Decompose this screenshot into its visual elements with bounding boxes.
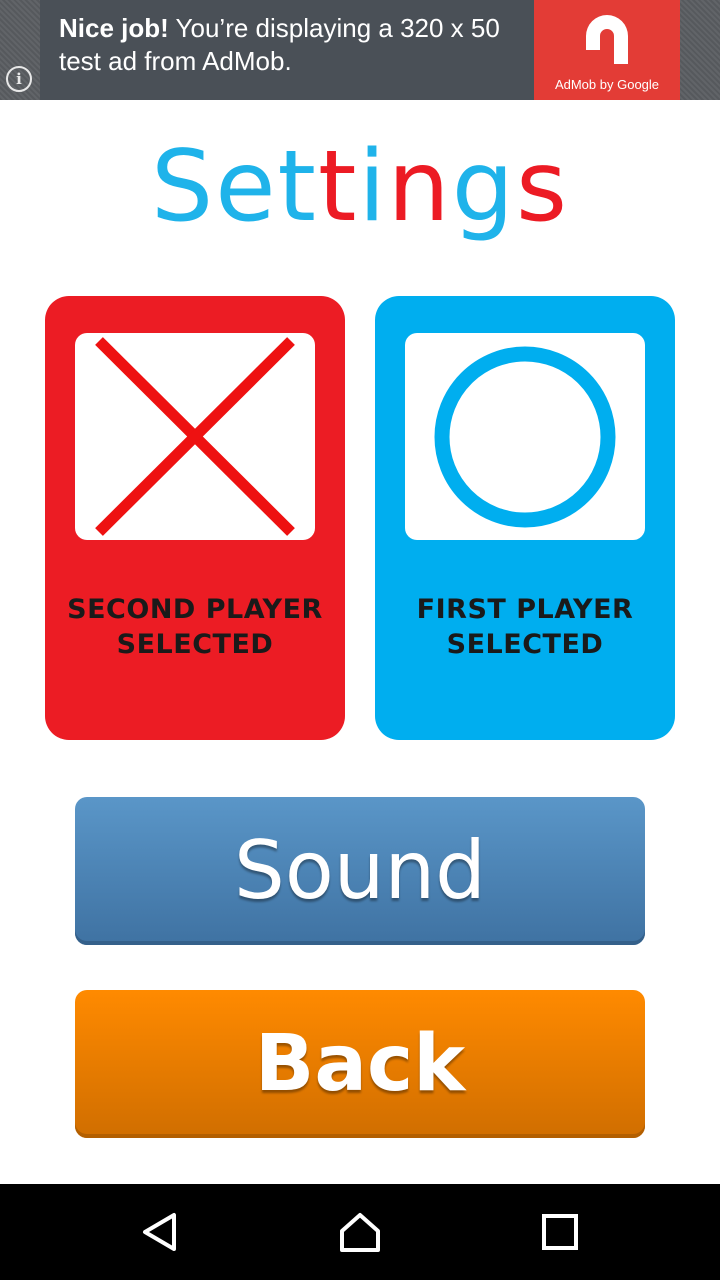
admob-caption: AdMob by Google [554,77,660,92]
title-letter: S [150,130,216,244]
nav-recent-button[interactable] [500,1184,620,1280]
title-letter: e [215,130,278,244]
x-mark-icon [95,337,295,536]
nav-home-button[interactable] [300,1184,420,1280]
title-letter: i [358,130,388,244]
admob-logo-icon [586,15,628,64]
nav-back-button[interactable] [100,1184,220,1280]
first-player-label: FIRST PLAYER SELECTED [416,594,634,660]
page-title: Settings [0,130,720,244]
first-player-card[interactable]: FIRST PLAYER SELECTED [375,296,675,740]
ad-banner[interactable]: Nice job! You’re displaying a 320 x 50 t… [40,0,680,100]
ad-headline-bold: Nice job! [59,13,169,43]
circle-o-icon [434,346,616,528]
info-icon[interactable]: i [6,66,32,92]
navigation-bar [0,1184,720,1280]
back-triangle-icon [143,1213,176,1251]
title-letter: n [387,130,452,244]
sound-button[interactable]: Sound [75,797,645,945]
second-player-label: SECOND PLAYER SELECTED [67,594,323,660]
second-player-icon-frame [75,333,315,540]
back-button[interactable]: Back [75,990,645,1138]
title-letter: t [277,130,318,244]
home-icon [340,1213,380,1252]
title-letter: t [317,130,359,244]
ad-text: Nice job! You’re displaying a 320 x 50 t… [40,0,534,100]
recent-apps-icon [542,1214,578,1250]
first-player-icon-frame [405,333,645,540]
title-letter: g [451,130,516,244]
second-player-card[interactable]: SECOND PLAYER SELECTED [45,296,345,740]
ad-strip: i Nice job! You’re displaying a 320 x 50… [0,0,720,100]
admob-logo: AdMob by Google [534,0,680,100]
title-letter: s [515,130,570,244]
